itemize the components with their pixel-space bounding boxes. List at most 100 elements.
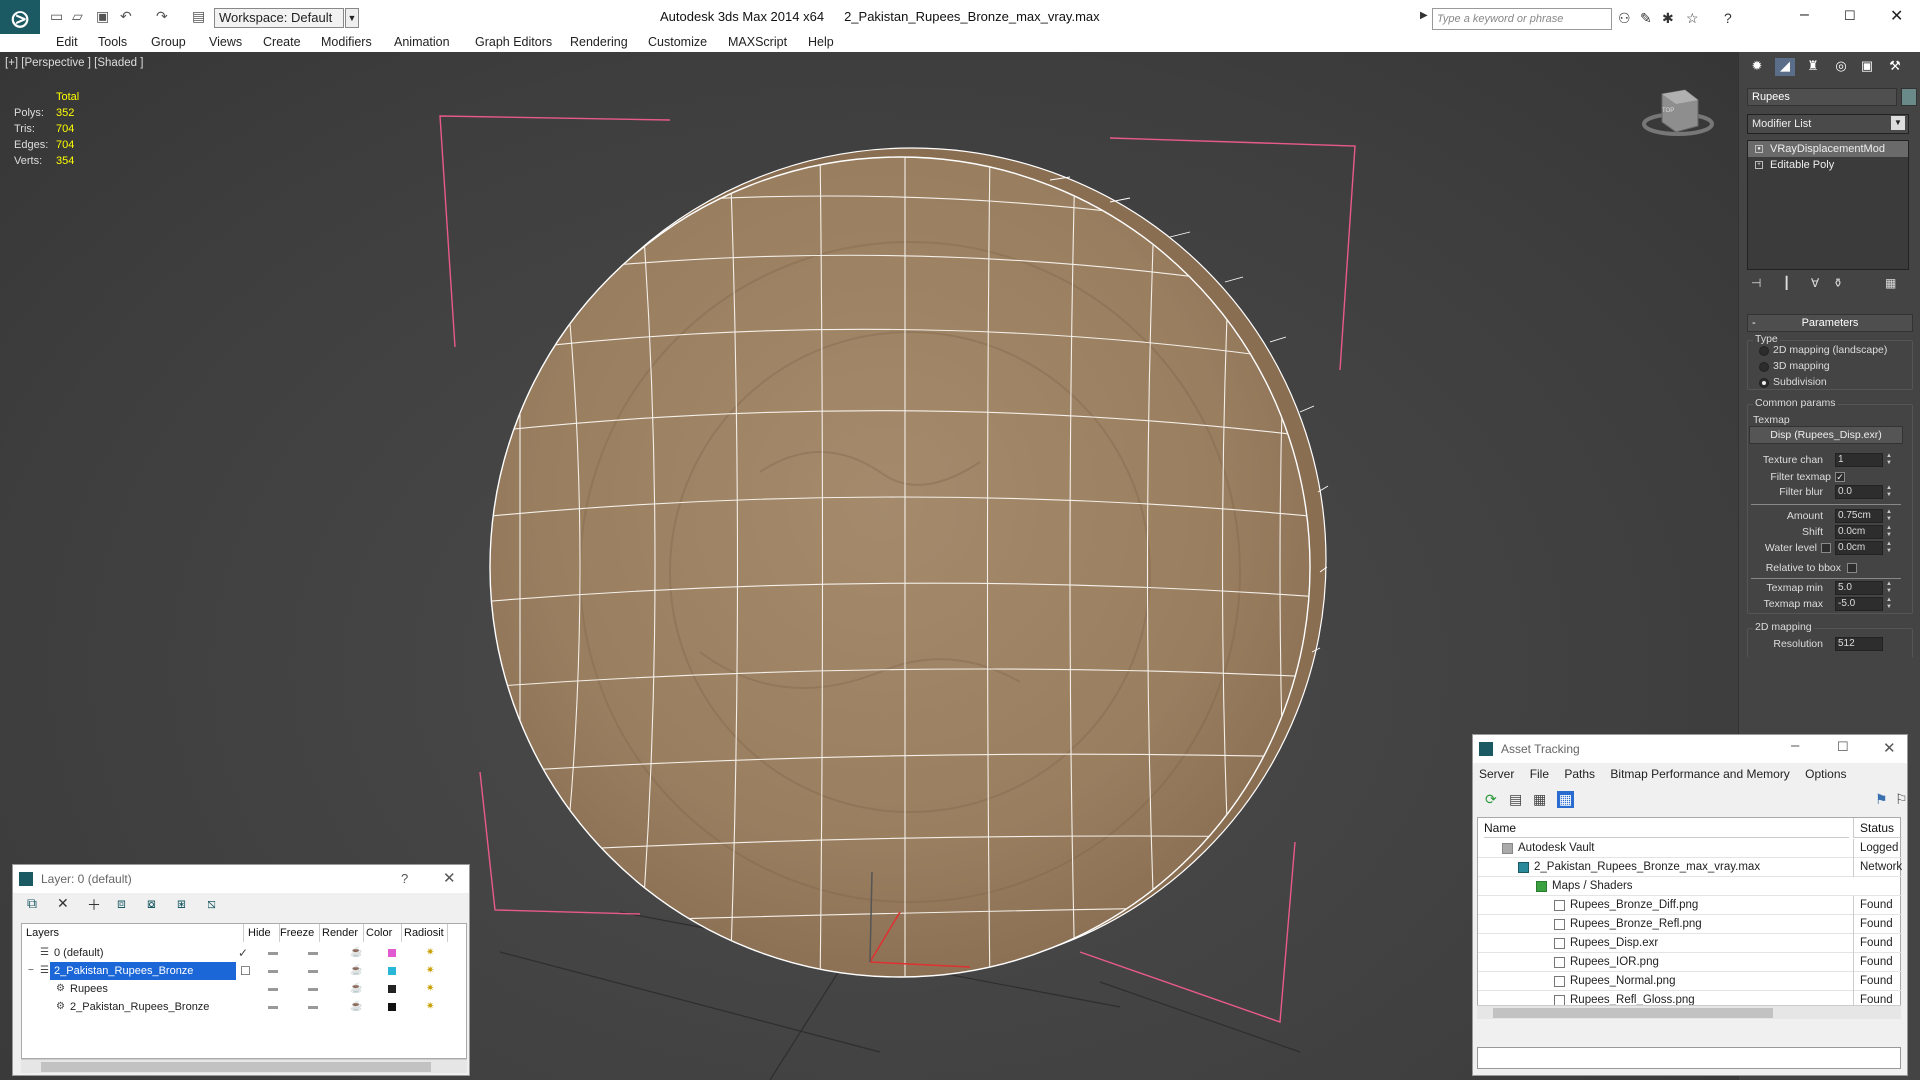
layer-name[interactable]: 2_Pakistan_Rupees_Bronze (50, 962, 236, 980)
spinner-arrows-icon[interactable]: ▲ ▼ (1885, 485, 1893, 499)
horizontal-scrollbar[interactable] (1477, 1005, 1901, 1019)
motion-tab-icon[interactable]: ◎ (1831, 58, 1851, 76)
horizontal-scrollbar[interactable] (21, 1059, 467, 1073)
table-row[interactable]: − ☰ 2_Pakistan_Rupees_Bronze ☐ ▬ ▬ ☕ ✷ (22, 962, 468, 980)
close-icon[interactable]: ✕ (443, 869, 456, 887)
configure-modifier-sets-icon[interactable]: ▦ (1885, 276, 1896, 290)
maximize-icon[interactable]: ☐ (1837, 739, 1849, 755)
menu-file[interactable]: File (1530, 767, 1549, 781)
maximize-icon[interactable]: ☐ (1844, 8, 1856, 24)
menu-server[interactable]: Server (1479, 767, 1514, 781)
spinner-arrows-icon[interactable]: ▲ ▼ (1885, 453, 1893, 467)
modifier-list-dropdown[interactable]: Modifier List (1747, 114, 1909, 134)
pin-stack-icon[interactable]: ⊣ (1751, 276, 1761, 290)
texmap-min-spinner[interactable]: 5.0 (1835, 581, 1883, 595)
table-row[interactable]: 2_Pakistan_Rupees_Bronze_max_vray.max Net… (1478, 858, 1902, 877)
asset-name[interactable]: 2_Pakistan_Rupees_Bronze_max_vray.max (1534, 858, 1760, 877)
texmap-button[interactable]: Disp (Rupees_Disp.exr) (1749, 426, 1903, 444)
menu-graph-editors[interactable]: Graph Editors (475, 35, 552, 49)
menu-create[interactable]: Create (263, 35, 301, 49)
table-row[interactable]: Rupees_Disp.exr Found (1478, 934, 1902, 953)
coin-mesh[interactable] (489, 156, 1311, 978)
menu-edit[interactable]: Edit (56, 35, 78, 49)
layer-name[interactable]: 0 (default) (54, 944, 104, 962)
viewport-label[interactable]: [+] [Perspective ] [Shaded ] (5, 57, 143, 69)
table-row[interactable]: Autodesk Vault Logged O (1478, 839, 1902, 858)
radiosity-icon[interactable]: ✷ (426, 962, 434, 980)
object-color-swatch[interactable] (388, 985, 396, 993)
column-hide[interactable]: Hide (248, 924, 280, 942)
utilities-tab-icon[interactable]: ⚒ (1885, 58, 1905, 76)
display-tab-icon[interactable]: ▣ (1857, 58, 1877, 76)
workspace-dropdown[interactable]: Workspace: Default (214, 8, 344, 28)
help-icon[interactable]: ? (401, 871, 408, 886)
spinner-arrows-icon[interactable]: ▲ ▼ (1885, 541, 1893, 555)
close-icon[interactable]: ✕ (1890, 6, 1903, 26)
radiosity-icon[interactable]: ✷ (426, 998, 434, 1016)
project-folder-icon[interactable]: ▤ (192, 8, 205, 25)
show-end-result-icon[interactable]: ┃ (1783, 276, 1790, 290)
object-name[interactable]: 2_Pakistan_Rupees_Bronze (70, 998, 209, 1016)
menu-group[interactable]: Group (151, 35, 186, 49)
table-row[interactable]: ⚙ 2_Pakistan_Rupees_Bronze ▬ ▬ ☕ ✷ (22, 998, 468, 1016)
minimize-icon[interactable]: – (1791, 737, 1799, 754)
column-color[interactable]: Color (366, 924, 402, 942)
spinner-arrows-icon[interactable]: ▲ ▼ (1885, 597, 1893, 611)
menu-animation[interactable]: Animation (394, 35, 450, 49)
column-layers[interactable]: Layers (26, 924, 244, 942)
hide-toggle[interactable]: ▬ (268, 980, 278, 998)
menu-modifiers[interactable]: Modifiers (321, 35, 372, 49)
menu-paths[interactable]: Paths (1564, 767, 1595, 781)
asset-name[interactable]: Maps / Shaders (1552, 877, 1633, 896)
stack-item-editable-poly[interactable]: + Editable Poly (1748, 157, 1908, 173)
radiosity-icon[interactable]: ✷ (426, 944, 434, 962)
render-teapot-icon[interactable]: ☕ (350, 980, 362, 998)
amount-spinner[interactable]: 0.75cm (1835, 509, 1883, 523)
hide-toggle[interactable]: ▬ (268, 962, 278, 980)
list-view-icon[interactable]: ▤ (1509, 791, 1522, 808)
object-color-swatch[interactable] (388, 1003, 396, 1011)
menu-rendering[interactable]: Rendering (570, 35, 628, 49)
scrollbar-thumb[interactable] (41, 1062, 431, 1072)
water-level-checkbox[interactable] (1821, 543, 1831, 553)
menu-views[interactable]: Views (209, 35, 242, 49)
layer-color-swatch[interactable] (388, 949, 396, 957)
relative-bbox-checkbox[interactable] (1847, 563, 1857, 573)
subscription-icon[interactable]: ✎ (1640, 10, 1652, 27)
table-row[interactable]: ☰ 0 (default) ✓ ▬ ▬ ☕ ✷ (22, 944, 468, 962)
open-file-icon[interactable]: ▱ (72, 8, 83, 25)
table-row[interactable]: ⚙ Rupees ▬ ▬ ☕ ✷ (22, 980, 468, 998)
chevron-down-icon[interactable]: ▼ (1891, 116, 1905, 130)
column-name[interactable]: Name (1484, 818, 1849, 838)
close-icon[interactable]: ✕ (1883, 739, 1896, 757)
resolution-spinner[interactable]: 512 (1835, 637, 1883, 651)
create-tab-icon[interactable]: ✹ (1747, 58, 1767, 76)
freeze-toggle[interactable]: ▬ (308, 998, 318, 1016)
table-row[interactable]: Rupees_IOR.png Found (1478, 953, 1902, 972)
redo-icon[interactable]: ↷ (156, 8, 168, 25)
hide-all-icon[interactable]: ⧆ (177, 895, 186, 912)
asset-name[interactable]: Rupees_Bronze_Refl.png (1570, 915, 1702, 934)
collapse-icon[interactable]: − (28, 962, 34, 980)
radio-2d-mapping[interactable]: 2D mapping (landscape) (1758, 344, 1887, 356)
vault-status-icon[interactable]: ⚐ (1895, 791, 1908, 808)
radiosity-icon[interactable]: ✷ (426, 980, 434, 998)
object-name-field[interactable]: Rupees (1747, 88, 1897, 106)
column-radiosity[interactable]: Radiosit (404, 924, 448, 942)
communication-icon[interactable]: ✱ (1662, 10, 1674, 27)
help-icon[interactable]: ? (1724, 10, 1732, 26)
scrollbar-thumb[interactable] (1493, 1008, 1773, 1018)
asset-name[interactable]: Autodesk Vault (1518, 839, 1595, 858)
menu-help[interactable]: Help (808, 35, 834, 49)
new-file-icon[interactable]: ▭ (50, 8, 63, 25)
column-freeze[interactable]: Freeze (280, 924, 320, 942)
radio-3d-mapping[interactable]: 3D mapping (1759, 360, 1830, 372)
add-to-layer-icon[interactable]: ＋ (87, 895, 101, 915)
asset-name[interactable]: Rupees_Bronze_Diff.png (1570, 896, 1698, 915)
table-view-icon[interactable]: ▦ (1557, 791, 1575, 808)
freeze-all-icon[interactable]: ⧅ (207, 895, 216, 912)
column-status[interactable]: Status (1853, 818, 1902, 838)
menu-options[interactable]: Options (1805, 767, 1846, 781)
shift-spinner[interactable]: 0.0cm (1835, 525, 1883, 539)
spinner-arrows-icon[interactable]: ▲ ▼ (1885, 581, 1893, 595)
